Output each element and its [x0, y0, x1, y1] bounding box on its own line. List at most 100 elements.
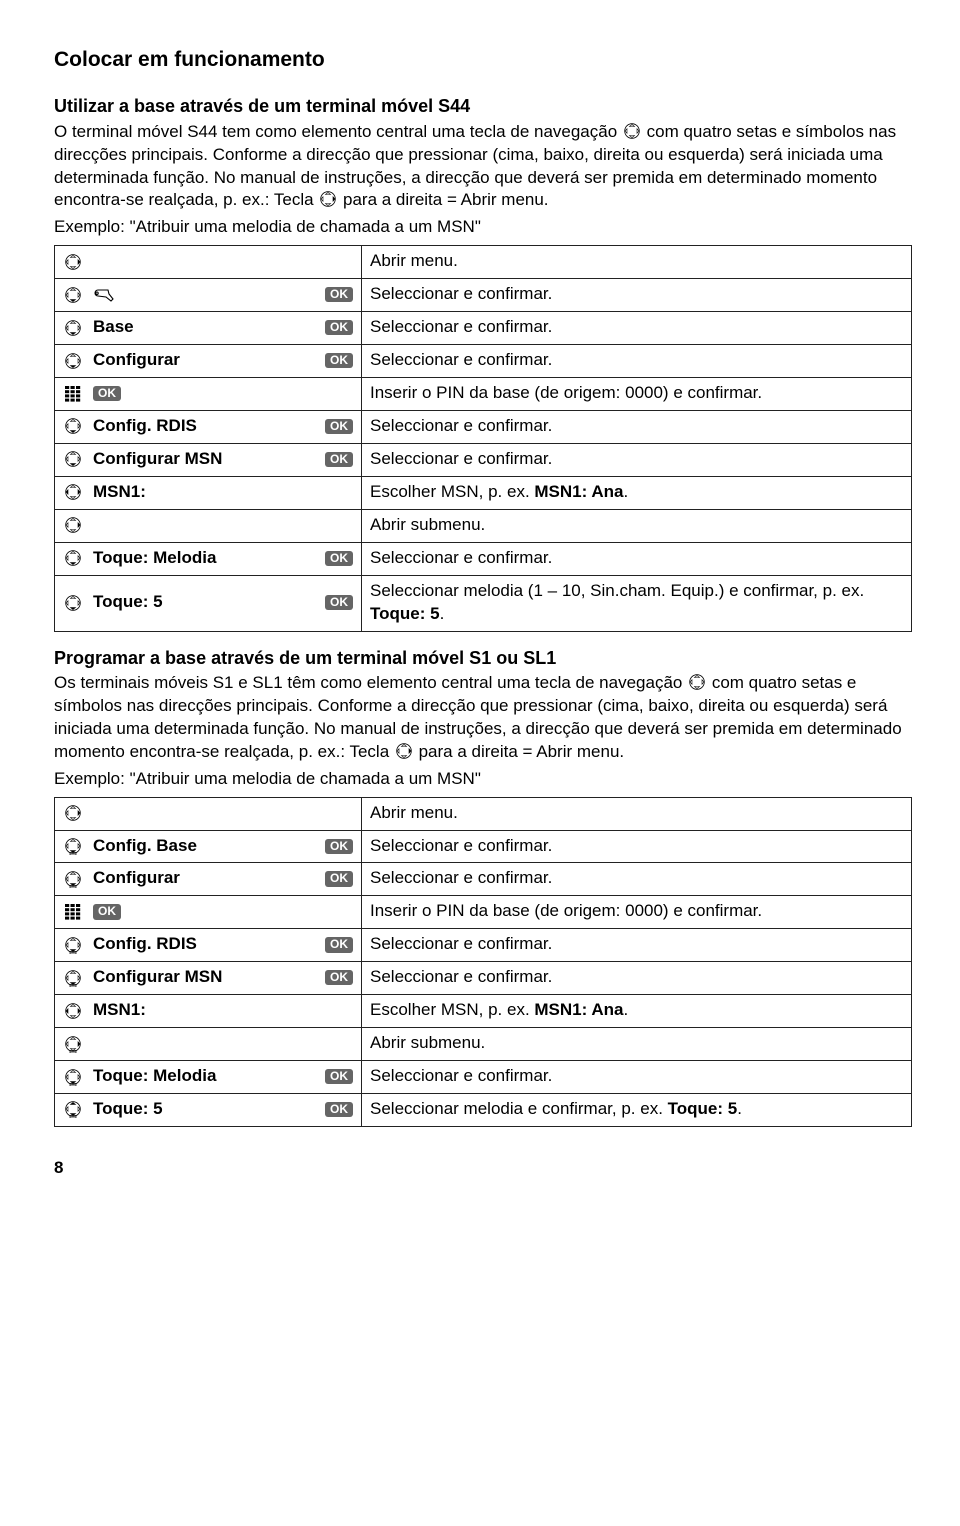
- row-description: Inserir o PIN da base (de origem: 0000) …: [362, 896, 912, 929]
- row-description: Seleccionar e confirmar.: [362, 962, 912, 995]
- row-label: MSN1:: [93, 999, 353, 1022]
- table-row: Configurar MSN OK Seleccionar e confirmar.: [55, 443, 912, 476]
- table-row: Abrir menu.: [55, 797, 912, 830]
- table-row: Config. RDIS OK Seleccionar e confirmar.: [55, 929, 912, 962]
- keypad-icon: [63, 903, 83, 921]
- row-description: Seleccionar e confirmar.: [362, 443, 912, 476]
- nav-down-icon: [63, 450, 83, 468]
- section1-heading: Utilizar a base através de um terminal m…: [54, 94, 912, 118]
- table-row: OK Inserir o PIN da base (de origem: 0000…: [55, 896, 912, 929]
- nav-down-icon: [63, 594, 83, 612]
- row-label: Base: [93, 316, 315, 339]
- table-row: Toque: MelodiaOKSeleccionar e confirmar.: [55, 1061, 912, 1094]
- nav-down-icon: [63, 549, 83, 567]
- section1-body: O terminal móvel S44 tem como elemento c…: [54, 121, 912, 213]
- row-label: Toque: 5: [93, 1098, 315, 1121]
- ok-badge: OK: [325, 871, 353, 886]
- nav-down2-icon: [63, 837, 83, 855]
- nav-lr-icon: [63, 1002, 83, 1020]
- nav-down-icon: [63, 319, 83, 337]
- nav-right-icon: [63, 253, 83, 271]
- row-description: Abrir menu.: [362, 797, 912, 830]
- table-row: MSN1:Escolher MSN, p. ex. MSN1: Ana.: [55, 476, 912, 509]
- table-row: Toque: 5OKSeleccionar melodia e confirma…: [55, 1094, 912, 1127]
- section2-heading: Programar a base através de um terminal …: [54, 646, 912, 670]
- table-row: OK Seleccionar e confirmar.: [55, 279, 912, 312]
- table-row: Configurar OK Seleccionar e confirmar.: [55, 345, 912, 378]
- ok-badge: OK: [325, 287, 353, 302]
- row-description: Inserir o PIN da base (de origem: 0000) …: [362, 378, 912, 411]
- table-row: OK Inserir o PIN da base (de origem: 0000…: [55, 378, 912, 411]
- nav-down2-icon: [63, 1068, 83, 1086]
- table-row: Toque: 5OKSeleccionar melodia (1 – 10, S…: [55, 575, 912, 631]
- ok-badge: OK: [325, 937, 353, 952]
- row-description: Seleccionar melodia (1 – 10, Sin.cham. E…: [362, 575, 912, 631]
- ok-badge: OK: [93, 386, 121, 401]
- ok-badge: OK: [325, 551, 353, 566]
- row-description: Seleccionar e confirmar.: [362, 312, 912, 345]
- row-description: Escolher MSN, p. ex. MSN1: Ana.: [362, 995, 912, 1028]
- section1-example: Exemplo: "Atribuir uma melodia de chamad…: [54, 216, 912, 239]
- row-label: Config. RDIS: [93, 415, 315, 438]
- row-label: Config. Base: [93, 835, 315, 858]
- table-s1: Abrir menu. Config. Base OK Seleccionar e …: [54, 797, 912, 1127]
- nav-right-icon: [63, 804, 83, 822]
- row-description: Seleccionar e confirmar.: [362, 830, 912, 863]
- row-label: Configurar MSN: [93, 966, 315, 989]
- table-row: MSN1: Escolher MSN, p. ex. MSN1: Ana.: [55, 995, 912, 1028]
- nav-down-icon: [63, 417, 83, 435]
- ok-badge: OK: [325, 353, 353, 368]
- nav-down2-icon: [63, 969, 83, 987]
- table-row: Abrir menu.: [55, 246, 912, 279]
- row-description: Seleccionar e confirmar.: [362, 929, 912, 962]
- nav-icon: [622, 122, 642, 140]
- page-number: 8: [54, 1157, 912, 1180]
- nav-down-icon: [63, 286, 83, 304]
- nav-right-icon: [63, 516, 83, 534]
- row-label: Configurar: [93, 349, 315, 372]
- row-description: Seleccionar e confirmar.: [362, 542, 912, 575]
- ok-badge: OK: [325, 970, 353, 985]
- ok-badge: OK: [325, 1102, 353, 1117]
- nav-right-icon: [394, 742, 414, 760]
- row-label: Configurar MSN: [93, 448, 315, 471]
- ok-badge: OK: [325, 839, 353, 854]
- table-row: Abrir submenu.: [55, 509, 912, 542]
- row-label: Toque: 5: [93, 591, 315, 614]
- row-description: Abrir submenu.: [362, 1028, 912, 1061]
- nav-lr-icon: [63, 483, 83, 501]
- nav-right2-icon: [63, 1035, 83, 1053]
- keypad-icon: [63, 385, 83, 403]
- row-description: Seleccionar e confirmar.: [362, 863, 912, 896]
- section2-body: Os terminais móveis S1 e SL1 têm como el…: [54, 672, 912, 764]
- row-description: Seleccionar e confirmar.: [362, 345, 912, 378]
- row-label: Configurar: [93, 867, 315, 890]
- table-row: Base OK Seleccionar e confirmar.: [55, 312, 912, 345]
- table-row: Config. Base OK Seleccionar e confirmar.: [55, 830, 912, 863]
- ok-badge: OK: [93, 904, 121, 919]
- section2-example: Exemplo: "Atribuir uma melodia de chamad…: [54, 768, 912, 791]
- row-label: Config. RDIS: [93, 933, 315, 956]
- ok-badge: OK: [325, 419, 353, 434]
- page-title: Colocar em funcionamento: [54, 46, 912, 74]
- row-description: Seleccionar e confirmar.: [362, 411, 912, 444]
- nav-down2-icon: [63, 870, 83, 888]
- ok-badge: OK: [325, 320, 353, 335]
- row-description: Abrir submenu.: [362, 509, 912, 542]
- table-s44: Abrir menu. OK Seleccionar e confirmar. B…: [54, 245, 912, 631]
- table-row: Config. RDIS OK Seleccionar e confirmar.: [55, 411, 912, 444]
- table-row: Configurar MSN OK Seleccionar e confirmar.: [55, 962, 912, 995]
- ok-badge: OK: [325, 452, 353, 467]
- nav-ud-icon: [63, 1100, 83, 1118]
- row-description: Seleccionar e confirmar.: [362, 1061, 912, 1094]
- nav-down-icon: [63, 352, 83, 370]
- table-row: Toque: Melodia OK Seleccionar e confirmar.: [55, 542, 912, 575]
- row-description: Escolher MSN, p. ex. MSN1: Ana.: [362, 476, 912, 509]
- table-row: Configurar OK Seleccionar e confirmar.: [55, 863, 912, 896]
- table-row: Abrir submenu.: [55, 1028, 912, 1061]
- row-description: Seleccionar e confirmar.: [362, 279, 912, 312]
- nav-down2-icon: [63, 936, 83, 954]
- nav-icon: [687, 673, 707, 691]
- row-label: Toque: Melodia: [93, 1065, 315, 1088]
- row-label: Toque: Melodia: [93, 547, 315, 570]
